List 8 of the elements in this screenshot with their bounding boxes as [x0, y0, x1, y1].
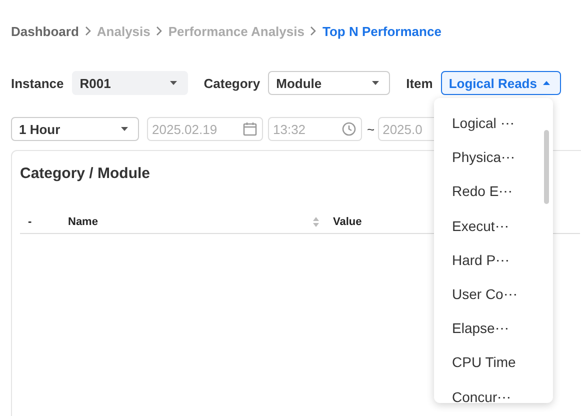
column-header: Name [68, 216, 98, 228]
column-header: - [28, 216, 32, 228]
column-header: Value [333, 216, 362, 228]
filter-label: Category [204, 76, 260, 90]
range-separator: ~ [367, 122, 375, 136]
filter-label: Instance [11, 76, 64, 90]
filter-label: Item [406, 76, 433, 90]
card-title: Category / Module [20, 165, 152, 182]
